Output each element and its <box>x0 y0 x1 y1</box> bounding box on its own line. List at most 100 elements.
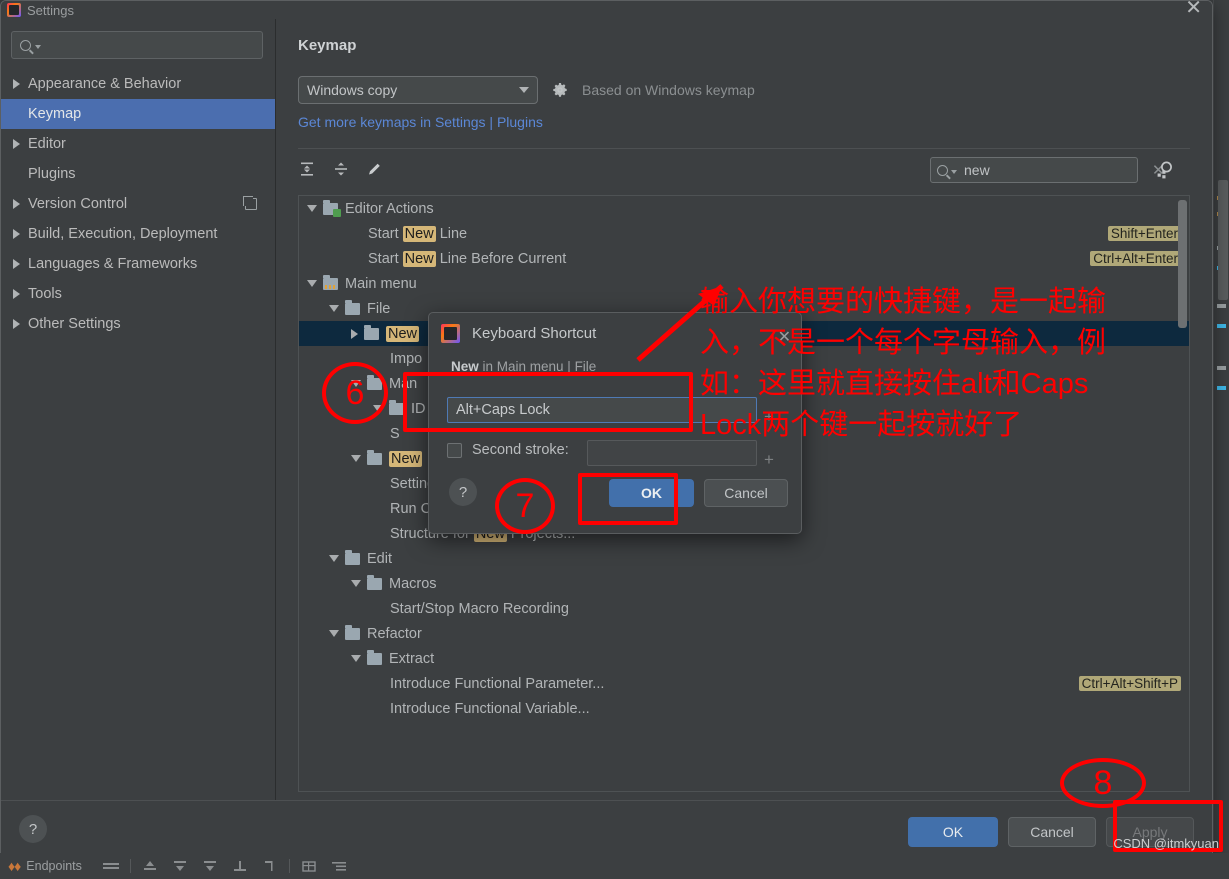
keymap-tree-row[interactable]: Introduce Functional Parameter... Ctrl+Al… <box>299 671 1189 696</box>
close-icon[interactable]: ✕ <box>1185 1 1202 20</box>
chevron-down-icon[interactable] <box>307 280 317 287</box>
chevron-down-icon[interactable] <box>351 380 361 387</box>
add-first-stroke-icon[interactable]: + <box>764 407 774 427</box>
second-stroke-input[interactable] <box>587 440 757 466</box>
keymap-tree-row[interactable]: Editor Actions <box>299 196 1189 221</box>
edit-pencil-icon[interactable] <box>366 160 384 178</box>
dialog-ok-button[interactable]: OK <box>609 479 694 507</box>
sidebar-item-appearance-behavior[interactable]: Appearance & Behavior <box>1 69 275 99</box>
chevron-down-icon[interactable] <box>351 580 361 587</box>
keymap-tree-row[interactable]: Start New Line Shift+Enter <box>299 221 1189 246</box>
keymap-tree-row[interactable]: Refactor <box>299 621 1189 646</box>
keymap-tree-label: ID <box>411 400 426 417</box>
page-title: Keymap <box>298 37 357 54</box>
keymap-selector-row: Windows copy Based on Windows keymap <box>298 76 1190 104</box>
step-into-icon[interactable] <box>165 855 195 877</box>
align-bottom-icon[interactable] <box>225 855 255 877</box>
tree-scroll-thumb[interactable] <box>1178 200 1187 328</box>
chevron-right-icon[interactable] <box>351 328 358 339</box>
dialog-help-icon[interactable]: ? <box>449 478 477 506</box>
ok-button[interactable]: OK <box>908 817 998 847</box>
text-cursor-icon[interactable] <box>255 855 285 877</box>
keymap-tree-label: Main menu <box>345 275 417 292</box>
sidebar-item-editor[interactable]: Editor <box>1 129 275 159</box>
folder-icon <box>323 274 338 290</box>
keymap-tree-row[interactable]: Introduce Functional Variable... <box>299 696 1189 721</box>
search-input[interactable] <box>47 36 254 54</box>
keymap-tree-label: New <box>386 325 420 342</box>
get-more-keymaps-link[interactable]: Get more keymaps in Settings | Plugins <box>298 114 543 130</box>
chevron-right-icon <box>13 229 20 239</box>
get-more-keymaps-row: Get more keymaps in Settings | Plugins <box>298 114 1190 132</box>
folder-icon <box>345 624 360 640</box>
dialog-close-icon[interactable]: ✕ <box>778 327 791 347</box>
help-icon[interactable]: ? <box>19 815 47 843</box>
search-match-highlight: New <box>389 450 423 467</box>
keymap-filter-input[interactable] <box>962 161 1147 179</box>
gutter-marker-info <box>1217 386 1226 390</box>
keymap-tree-label: Start/Stop Macro Recording <box>390 600 569 617</box>
keymap-tree-label: S <box>390 425 400 442</box>
cancel-button[interactable]: Cancel <box>1008 817 1096 847</box>
keymap-tree-row[interactable]: Macros <box>299 571 1189 596</box>
chevron-down-icon <box>35 45 41 49</box>
menu-lines-icon[interactable] <box>96 855 126 877</box>
keymap-tree-row[interactable]: Start New Line Before Current Ctrl+Alt+En… <box>299 246 1189 271</box>
sidebar-item-label: Appearance & Behavior <box>28 76 182 92</box>
chevron-down-icon[interactable] <box>307 205 317 212</box>
editor-gutter-scrollbar[interactable] <box>1213 0 1229 845</box>
ide-statusbar: ♦♦ Endpoints <box>0 853 1229 879</box>
chevron-down-icon[interactable] <box>351 455 361 462</box>
second-stroke-row: Second stroke: <box>447 442 569 458</box>
sidebar-item-keymap[interactable]: Keymap <box>1 99 275 129</box>
find-by-shortcut-icon[interactable] <box>1152 158 1176 182</box>
endpoints-label[interactable]: Endpoints <box>26 859 82 873</box>
gear-icon[interactable] <box>552 82 568 98</box>
chevron-down-icon[interactable] <box>351 655 361 662</box>
sidebar-item-other-settings[interactable]: Other Settings <box>1 309 275 339</box>
grid-table-icon[interactable] <box>294 855 324 877</box>
chevron-right-icon <box>13 289 20 299</box>
keymap-tree-row[interactable]: Edit <box>299 546 1189 571</box>
expand-all-icon[interactable] <box>298 160 316 178</box>
gutter-marker-info <box>1217 324 1226 328</box>
keymap-tree-row[interactable]: Extract <box>299 646 1189 671</box>
search-match-highlight: New <box>402 250 436 267</box>
keymap-filter-search[interactable]: ✕ <box>930 157 1165 183</box>
second-stroke-checkbox[interactable] <box>447 442 462 458</box>
keymap-tree-label: Introduce Functional Variable... <box>390 700 590 717</box>
window-title: Settings <box>27 2 74 18</box>
sidebar-item-build-execution-deployment[interactable]: Build, Execution, Deployment <box>1 219 275 249</box>
editor-scroll-thumb[interactable] <box>1218 180 1228 300</box>
step-down-icon[interactable] <box>195 855 225 877</box>
step-out-icon[interactable] <box>135 855 165 877</box>
keymap-tree-row[interactable]: Start/Stop Macro Recording <box>299 596 1189 621</box>
shortcut-input[interactable]: Alt+Caps Lock <box>447 397 757 423</box>
chevron-down-icon[interactable] <box>329 305 339 312</box>
search-icon <box>937 164 948 176</box>
intellij-logo-icon <box>441 324 460 343</box>
sidebar-item-tools[interactable]: Tools <box>1 279 275 309</box>
sidebar-item-version-control[interactable]: Version Control <box>1 189 275 219</box>
keymap-tree-label: New <box>389 450 423 467</box>
keymap-select[interactable]: Windows copy <box>298 76 538 104</box>
sidebar-item-plugins[interactable]: Plugins <box>1 159 275 189</box>
chevron-down-icon <box>519 87 529 93</box>
dialog-cancel-button[interactable]: Cancel <box>704 479 788 507</box>
chevron-right-icon <box>13 199 20 209</box>
add-second-stroke-icon[interactable]: + <box>764 450 774 470</box>
keymap-toolbar: ✕ <box>298 149 1190 189</box>
search-box[interactable] <box>11 31 263 59</box>
chevron-down-icon[interactable] <box>329 555 339 562</box>
sidebar-item-list: Appearance & Behavior Keymap Editor Plugins… <box>1 69 275 339</box>
screenshot-root: ^ Settings ✕ Appearance & BehaviorKeymap… <box>0 0 1229 879</box>
sidebar-item-languages-frameworks[interactable]: Languages & Frameworks <box>1 249 275 279</box>
based-on-label: Based on Windows keymap <box>582 82 755 98</box>
chevron-down-icon[interactable] <box>373 405 383 412</box>
chevron-down-icon[interactable] <box>329 630 339 637</box>
collapse-all-icon[interactable] <box>332 160 350 178</box>
shortcut-badge: Ctrl+Alt+Enter <box>1090 251 1181 266</box>
keymap-tree-row[interactable]: Main menu <box>299 271 1189 296</box>
indent-list-icon[interactable] <box>324 855 354 877</box>
chevron-right-icon <box>13 79 20 89</box>
